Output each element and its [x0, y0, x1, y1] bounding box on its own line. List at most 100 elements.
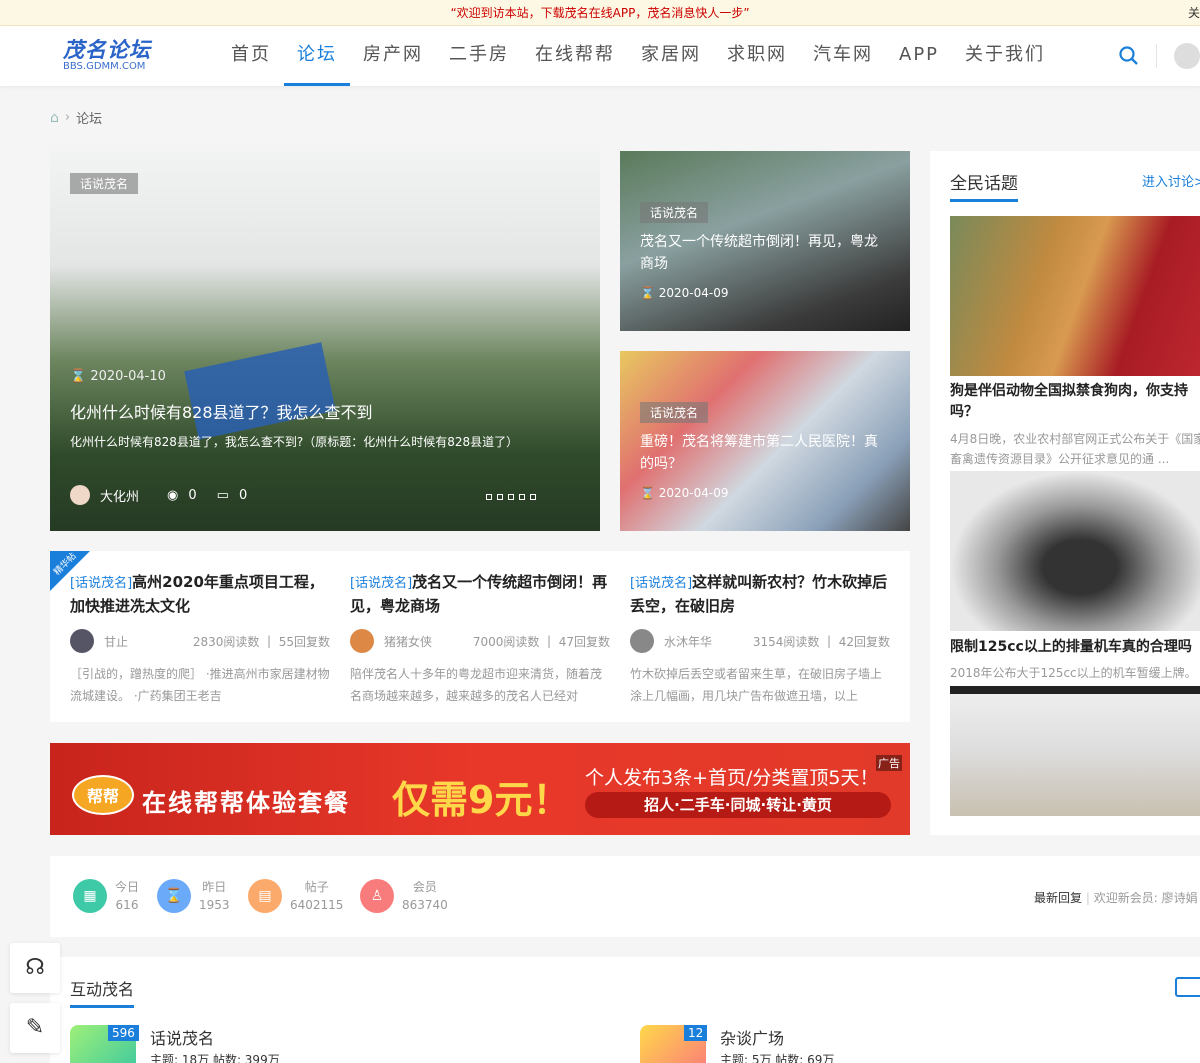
topic-title[interactable]: 狗是伴侣动物全国拟禁食狗肉，你支持吗？	[950, 381, 1200, 423]
hero-summary: 化州什么时候有828县道了，我怎么查不到?（原标题：化州什么时候有828县道了）	[70, 435, 519, 449]
slide-dots	[486, 494, 536, 500]
road-sign-image	[184, 342, 336, 440]
forum-meta: 主题: 18万 帖数: 399万	[150, 1053, 280, 1063]
topics-title: 全民话题	[950, 169, 1018, 202]
logo[interactable]: 茂名论坛 BBS.GDMM.COM	[63, 39, 151, 73]
nav-home-furnishing[interactable]: 家居网	[628, 26, 714, 86]
chevron-right-icon: ›	[64, 110, 71, 125]
hero-date: ⌛ 2020-04-10	[70, 369, 166, 384]
author-avatar[interactable]	[70, 629, 94, 653]
nav-second-hand-house[interactable]: 二手房	[436, 26, 522, 86]
top-notice-bar: “欢迎到访本站，下载茂名在线APP，茂名消息快人一步” 关	[0, 0, 1200, 26]
card-title[interactable]: 茂名又一个传统超市倒闭！再见，粤龙商场	[640, 231, 890, 275]
card-title[interactable]: 重磅！茂名将筹建市第二人民医院！真的吗？	[640, 431, 890, 475]
card-date: ⌛ 2020-04-09	[640, 486, 729, 500]
topic-image[interactable]	[950, 471, 1200, 631]
date-text: 2020-04-09	[658, 286, 729, 300]
side-card[interactable]: 话说茂名 茂名又一个传统超市倒闭！再见，粤龙商场 ⌛ 2020-04-09	[620, 151, 910, 331]
post-excerpt: 竹木砍掉后丢空或者留来生草，在破旧房子墙上涂上几幅画，用几块广告布做遮丑墙，以上	[630, 667, 883, 703]
enter-discussion-link[interactable]: 进入讨论>	[1142, 171, 1200, 190]
latest-replies-link[interactable]: 最新回复	[1034, 891, 1082, 905]
notice-text: “欢迎到访本站，下载茂名在线APP，茂名消息快人一步”	[450, 6, 750, 20]
divider	[1156, 44, 1157, 68]
hero-tag[interactable]: 话说茂名	[70, 173, 139, 194]
card-date: ⌛ 2020-04-09	[640, 286, 729, 300]
slide-dot[interactable]	[486, 494, 492, 500]
read-count: 2830阅读数	[192, 634, 260, 649]
author-name[interactable]: 大化州	[100, 486, 139, 505]
featured-posts: 精华帖 [话说茂名]高州2020年重点项目工程，加快推进冼太文化 甘止 2830阅…	[50, 551, 910, 722]
header: 茂名论坛 BBS.GDMM.COM 首页 论坛 房产网 二手房 在线帮帮 家居网…	[0, 26, 1200, 86]
nav-forum[interactable]: 论坛	[284, 26, 350, 86]
stat-posts: ▤ 帖子 6402115	[248, 878, 343, 914]
slide-dot[interactable]	[519, 494, 525, 500]
section-title: 互动茂名	[70, 976, 135, 1008]
read-count: 7000阅读数	[472, 634, 540, 649]
stat-today: ▦ 今日 616	[73, 878, 139, 914]
post-item[interactable]: [话说茂名]这样就叫新农村？竹木砍掉后丢空，在破旧房 水沐年华 3154阅读数 |…	[630, 571, 890, 707]
banner-logo: 帮帮	[72, 775, 134, 815]
topic-image[interactable]	[950, 216, 1200, 376]
forum-name[interactable]: 话说茂名	[150, 1025, 214, 1049]
card-tag[interactable]: 话说茂名	[640, 202, 709, 223]
stat-value: 6402115	[290, 898, 344, 912]
nav-about[interactable]: 关于我们	[952, 26, 1058, 86]
hero-title[interactable]: 化州什么时候有828县道了？我怎么查不到	[70, 399, 373, 423]
slide-dot[interactable]	[497, 494, 503, 500]
forum-name[interactable]: 杂谈广场	[720, 1025, 784, 1049]
ad-banner[interactable]: 帮帮 在线帮帮体验套餐 仅需9元！ 个人发布3条+首页/分类置顶5天！ 招人·二…	[50, 743, 910, 835]
user-icon: ♙	[360, 879, 394, 913]
post-button[interactable]: ✎	[10, 1003, 60, 1053]
author-name[interactable]: 甘止	[104, 633, 193, 650]
calendar-icon: ▦	[73, 879, 107, 913]
search-icon[interactable]	[1118, 45, 1140, 67]
toggle-button[interactable]	[1175, 977, 1200, 997]
home-icon[interactable]: ⌂	[50, 110, 59, 126]
post-item[interactable]: [话说茂名]高州2020年重点项目工程，加快推进冼太文化 甘止 2830阅读数 |…	[70, 571, 330, 707]
user-avatar[interactable]	[1174, 43, 1200, 69]
post-category[interactable]: [话说茂名]	[350, 576, 412, 591]
banner-offer: 个人发布3条+首页/分类置顶5天！	[585, 767, 879, 789]
stat-label: 会员	[412, 880, 437, 894]
author-avatar[interactable]	[350, 629, 374, 653]
document-icon: ▤	[248, 879, 282, 913]
card-tag[interactable]: 话说茂名	[640, 402, 709, 423]
stat-label: 今日	[115, 880, 140, 894]
slide-dot[interactable]	[530, 494, 536, 500]
post-category[interactable]: [话说茂名]	[70, 576, 132, 591]
topic-title[interactable]: 限制125cc以上的排量机车真的合理吗	[950, 636, 1200, 656]
slide-dot[interactable]	[508, 494, 514, 500]
author-avatar[interactable]	[630, 629, 654, 653]
post-item[interactable]: [话说茂名]茂名又一个传统超市倒闭！再见，粤龙商场 猪猪女侠 7000阅读数 | …	[350, 571, 610, 707]
hourglass-icon: ⌛	[157, 879, 191, 913]
author-name[interactable]: 猪猪女侠	[384, 633, 473, 650]
author-avatar[interactable]	[70, 485, 90, 505]
read-count: 3154阅读数	[752, 634, 820, 649]
topic-excerpt: 2018年公布大于125cc以上的机车暂缓上牌。	[950, 666, 1197, 680]
topic-excerpt: 4月8日晚，农业农村部官网正式公布关于《国家畜禽遗传资源目录》公开征求意见的通 …	[950, 432, 1200, 466]
edit-icon: ✎	[25, 1015, 45, 1040]
eye-icon: ◉	[167, 487, 179, 503]
banner-headline: 在线帮帮体验套餐	[142, 789, 350, 817]
breadcrumb: ⌂ › 论坛	[50, 108, 102, 128]
welcome-new-member[interactable]: 欢迎新会员: 廖诗娟	[1094, 891, 1198, 905]
post-excerpt: 陪伴茂名人十多年的粤龙超市迎来清货，随着茂名商场越来越多，越来越多的茂名人已经对	[350, 667, 603, 703]
reply-count: 42回复数	[838, 634, 890, 649]
comment-count: 0	[238, 487, 248, 503]
post-category[interactable]: [话说茂名]	[630, 576, 692, 591]
author-name[interactable]: 水沐年华	[664, 633, 753, 650]
nav-home[interactable]: 首页	[218, 26, 284, 86]
nav-online-help[interactable]: 在线帮帮	[522, 26, 628, 86]
nav-jobs[interactable]: 求职网	[714, 26, 800, 86]
nav-auto[interactable]: 汽车网	[800, 26, 886, 86]
customer-service-button[interactable]: ☊	[10, 943, 60, 993]
post-excerpt: ［引战的，蹭热度的爬］ ·推进高州市家居建材物流城建设。 ·广药集团王老吉	[70, 667, 330, 703]
nav-property[interactable]: 房产网	[350, 26, 436, 86]
view-count: 0	[188, 487, 197, 503]
comment-icon: ▭	[216, 487, 229, 503]
close-notice-button[interactable]: 关	[1188, 0, 1200, 26]
nav-app[interactable]: APP	[886, 26, 952, 86]
topic-image[interactable]	[950, 686, 1200, 816]
hero-slide[interactable]: 话说茂名 ⌛ 2020-04-10 化州什么时候有828县道了？我怎么查不到 化…	[50, 151, 600, 531]
side-card[interactable]: 话说茂名 重磅！茂名将筹建市第二人民医院！真的吗？ ⌛ 2020-04-09	[620, 351, 910, 531]
